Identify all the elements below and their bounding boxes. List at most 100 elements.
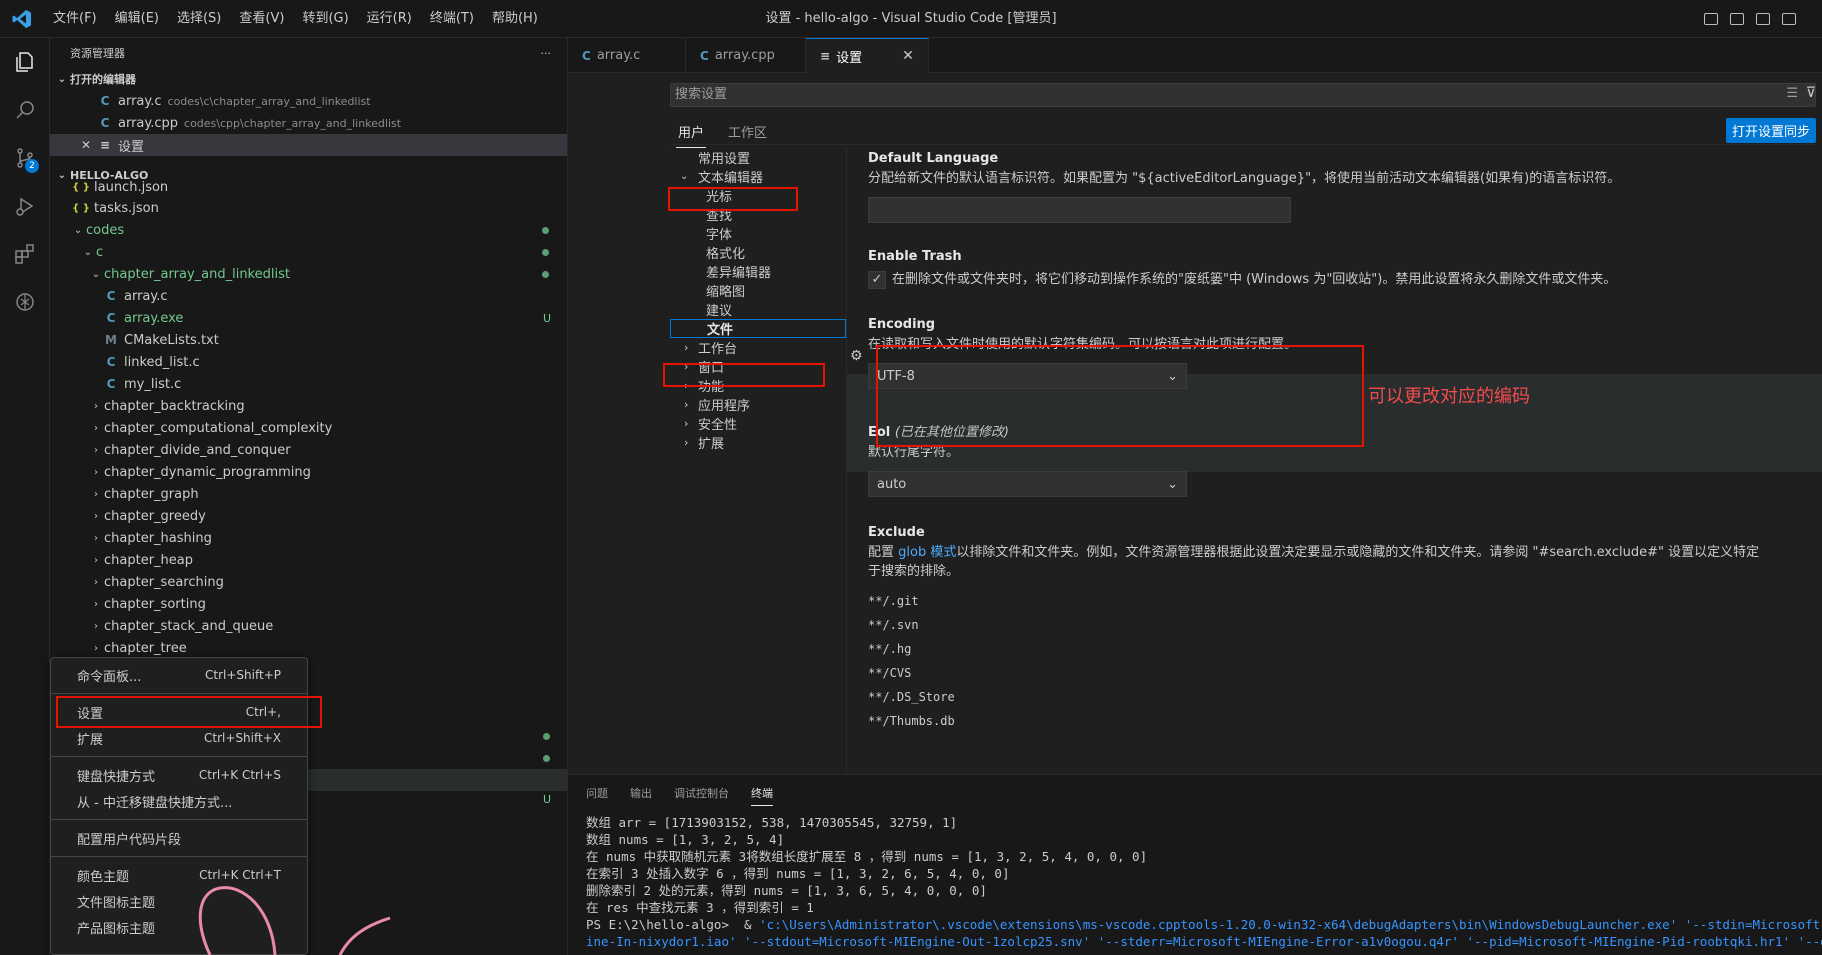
- toc-item[interactable]: 字体: [670, 224, 846, 243]
- clear-filter-icon[interactable]: ☰: [1786, 86, 1798, 101]
- toc-item[interactable]: ⌄ 文本编辑器: [670, 167, 846, 186]
- explorer-icon[interactable]: [0, 38, 50, 86]
- tab-output[interactable]: 输出: [630, 785, 652, 806]
- tree-folder[interactable]: › chapter_searching: [50, 571, 567, 593]
- settings-search-input[interactable]: 搜索设置: [670, 83, 1816, 107]
- exclude-pattern[interactable]: **/.hg: [868, 637, 1818, 661]
- setting-title: Enable Trash: [868, 249, 962, 264]
- tab-problems[interactable]: 问题: [586, 785, 608, 806]
- chevron-right-icon: ›: [94, 576, 98, 588]
- close-icon[interactable]: ✕: [76, 138, 96, 152]
- toc-item[interactable]: › 工作台: [670, 338, 846, 357]
- tab-label: 设置: [836, 50, 863, 66]
- tab-settings[interactable]: ≡ 设置 ✕: [806, 38, 929, 73]
- toc-item[interactable]: 缩略图: [670, 281, 846, 300]
- tree-item[interactable]: M CMakeLists.txt: [50, 329, 567, 351]
- tree-folder[interactable]: › chapter_tree: [50, 637, 567, 659]
- tab-array-cpp[interactable]: C array.cpp: [686, 38, 806, 73]
- gear-icon[interactable]: ⚙: [850, 348, 863, 364]
- toc-item[interactable]: › 应用程序: [670, 395, 846, 414]
- exclude-desc-pre: 配置: [868, 545, 899, 560]
- menu-item-keyboard-shortcuts[interactable]: 键盘快捷方式 Ctrl+K Ctrl+S: [51, 762, 307, 788]
- tree-folder[interactable]: › chapter_heap: [50, 549, 567, 571]
- toc-label: 缩略图: [706, 285, 746, 300]
- menu-edit[interactable]: 编辑(E): [106, 0, 168, 38]
- tree-folder[interactable]: › chapter_stack_and_queue: [50, 615, 567, 637]
- tree-item[interactable]: C my_list.c: [50, 373, 567, 395]
- open-editor-item-settings[interactable]: ✕ ≡ 设置: [50, 134, 567, 156]
- toc-item-selected[interactable]: 文件: [670, 319, 846, 338]
- more-actions-icon[interactable]: ···: [541, 47, 552, 60]
- menu-separator: [51, 756, 307, 757]
- filter-icon[interactable]: ⊽: [1806, 85, 1816, 101]
- glob-pattern-link[interactable]: glob 模式: [898, 545, 956, 560]
- exclude-pattern[interactable]: **/.git: [868, 589, 1818, 613]
- toggle-primary-sidebar-icon[interactable]: [1704, 13, 1718, 25]
- close-icon[interactable]: ✕: [902, 48, 914, 64]
- toc-label: 建议: [706, 304, 733, 319]
- tab-array-c[interactable]: C array.c: [568, 38, 686, 73]
- open-editor-item[interactable]: C array.c codes\c\chapter_array_and_link…: [50, 90, 567, 112]
- eol-select[interactable]: auto ⌄: [868, 471, 1187, 497]
- setting-enable-trash: Enable Trash ✓ 在删除文件或文件夹时，将它们移动到操作系统的"废纸篓…: [868, 249, 1818, 289]
- menu-item-migrate-keybindings[interactable]: 从 - 中迁移键盘快捷方式...: [51, 788, 307, 814]
- settings-sync-button[interactable]: 打开设置同步: [1725, 118, 1816, 143]
- tree-folder[interactable]: ⌄ codes: [50, 219, 567, 241]
- source-control-icon[interactable]: 2: [0, 134, 50, 182]
- menu-item-command-palette[interactable]: 命令面板... Ctrl+Shift+P: [51, 662, 307, 688]
- tree-folder[interactable]: › chapter_sorting: [50, 593, 567, 615]
- menu-help[interactable]: 帮助(H): [483, 0, 547, 38]
- tab-terminal[interactable]: 终端: [751, 785, 773, 806]
- toc-item[interactable]: 建议: [670, 300, 846, 319]
- exclude-pattern[interactable]: **/.svn: [868, 613, 1818, 637]
- tree-folder[interactable]: › chapter_graph: [50, 483, 567, 505]
- tree-folder[interactable]: › chapter_divide_and_conquer: [50, 439, 567, 461]
- exclude-pattern[interactable]: **/Thumbs.db: [868, 709, 1818, 733]
- tree-folder[interactable]: › chapter_computational_complexity: [50, 417, 567, 439]
- tree-item[interactable]: C array.exe U: [50, 307, 567, 329]
- terminal-output[interactable]: 数组 arr = [1713903152, 538, 1470305545, 3…: [568, 806, 1822, 950]
- open-editor-item[interactable]: C array.cpp codes\cpp\chapter_array_and_…: [50, 112, 567, 134]
- toggle-panel-icon[interactable]: [1730, 13, 1744, 25]
- menu-run[interactable]: 运行(R): [358, 0, 421, 38]
- menu-go[interactable]: 转到(G): [293, 0, 357, 38]
- toc-item[interactable]: › 扩展: [670, 433, 846, 452]
- tree-item[interactable]: C linked_list.c: [50, 351, 567, 373]
- chevron-right-icon: ›: [684, 417, 689, 430]
- tree-item[interactable]: { } tasks.json: [50, 197, 567, 219]
- menu-separator: [51, 856, 307, 857]
- tree-item-label: chapter_greedy: [104, 508, 206, 524]
- toc-item[interactable]: 差异编辑器: [670, 262, 846, 281]
- tab-debug-console[interactable]: 调试控制台: [674, 785, 729, 806]
- toc-item[interactable]: 常用设置: [670, 148, 846, 167]
- toc-item[interactable]: › 安全性: [670, 414, 846, 433]
- chevron-right-icon: ›: [94, 620, 98, 632]
- customize-layout-icon[interactable]: [1782, 13, 1796, 25]
- open-editors-header[interactable]: ⌄ 打开的编辑器: [50, 68, 567, 90]
- menu-file[interactable]: 文件(F): [44, 0, 106, 38]
- enable-trash-checkbox[interactable]: ✓: [868, 270, 886, 289]
- toggle-secondary-sidebar-icon[interactable]: [1756, 13, 1770, 25]
- exclude-pattern[interactable]: **/CVS: [868, 661, 1818, 685]
- tree-folder[interactable]: › chapter_hashing: [50, 527, 567, 549]
- menu-selection[interactable]: 选择(S): [168, 0, 230, 38]
- default-language-input[interactable]: [868, 197, 1291, 223]
- menu-item-user-snippets[interactable]: 配置用户代码片段: [51, 825, 307, 851]
- menu-view[interactable]: 查看(V): [230, 0, 293, 38]
- menu-terminal[interactable]: 终端(T): [421, 0, 483, 38]
- tree-item[interactable]: C array.c: [50, 285, 567, 307]
- tree-folder[interactable]: › chapter_dynamic_programming: [50, 461, 567, 483]
- ai-assistant-icon[interactable]: [0, 278, 50, 326]
- tree-item-label: chapter_hashing: [104, 530, 212, 546]
- tree-folder[interactable]: › chapter_greedy: [50, 505, 567, 527]
- menu-item-extensions[interactable]: 扩展 Ctrl+Shift+X: [51, 725, 307, 751]
- tree-folder[interactable]: ⌄ chapter_array_and_linkedlist: [50, 263, 567, 285]
- run-debug-icon[interactable]: [0, 182, 50, 230]
- tree-folder[interactable]: › chapter_backtracking: [50, 395, 567, 417]
- tree-item[interactable]: { } launch.json: [50, 178, 567, 197]
- exclude-pattern[interactable]: **/.DS_Store: [868, 685, 1818, 709]
- toc-item[interactable]: 格式化: [670, 243, 846, 262]
- tree-folder[interactable]: ⌄ c: [50, 241, 567, 263]
- extensions-icon[interactable]: [0, 230, 50, 278]
- search-icon[interactable]: [0, 86, 50, 134]
